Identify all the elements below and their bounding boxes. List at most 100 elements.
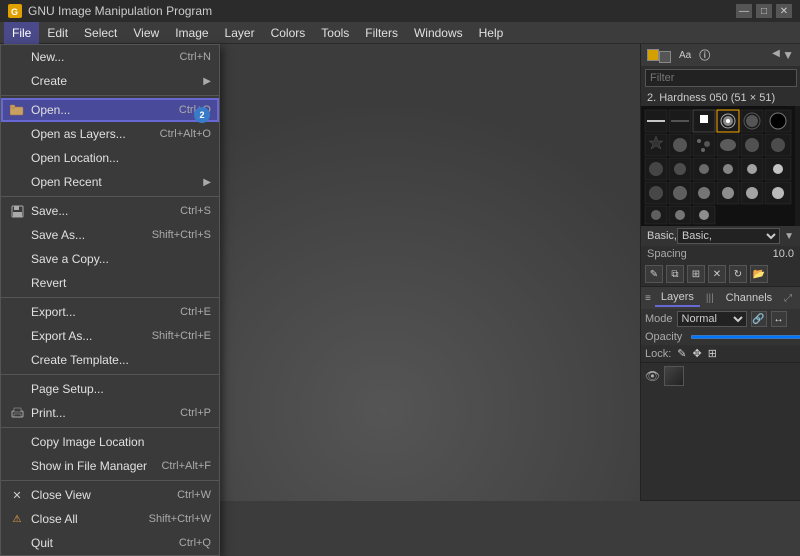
menu-item-create-template-label: Create Template...	[31, 353, 129, 367]
quit-icon	[9, 535, 25, 551]
brush-tool-icons: ✎ ⧉ ⊞ ✕ ↻ 📂	[641, 262, 800, 286]
brush-delete-icon[interactable]: ✕	[708, 265, 726, 283]
layer-visibility-icon[interactable]: 👁	[645, 369, 660, 383]
menu-item-export-as[interactable]: Export As... Shift+Ctrl+E	[1, 324, 219, 348]
close-button[interactable]: ✕	[776, 4, 792, 18]
layers-section: ≡ Layers ||| Channels ⤢ Paths ▼ Mode Nor…	[641, 287, 800, 501]
lock-pixel-icon[interactable]: ✎	[677, 347, 686, 360]
filter-row	[641, 66, 800, 90]
menu-item-page-setup[interactable]: Page Setup...	[1, 377, 219, 401]
menu-item-export[interactable]: Export... Ctrl+E	[1, 300, 219, 324]
spacing-label: Spacing	[647, 248, 687, 260]
menu-item-close-view-label: Close View	[31, 488, 91, 502]
menu-item-save-copy-label: Save a Copy...	[31, 252, 109, 266]
menu-select[interactable]: Select	[76, 22, 125, 44]
mode-row: Mode Normal 🔗 ↔	[641, 309, 800, 329]
panel-collapse-left[interactable]: ◀	[772, 48, 780, 62]
menu-item-close-all[interactable]: ⚠ Close All Shift+Ctrl+W	[1, 507, 219, 531]
separator-4	[1, 374, 219, 375]
brush-grid-icon[interactable]: ⊞	[687, 265, 705, 283]
menu-layer[interactable]: Layer	[217, 22, 263, 44]
separator-2	[1, 196, 219, 197]
menu-item-open-layers[interactable]: Open as Layers... Ctrl+Alt+O	[1, 122, 219, 146]
layer-item-0[interactable]: 👁	[641, 363, 800, 389]
menu-item-save-as-shortcut: Shift+Ctrl+S	[152, 229, 211, 241]
menu-edit[interactable]: Edit	[39, 22, 76, 44]
open-location-icon	[9, 150, 25, 166]
layer-thumbnail	[664, 366, 684, 386]
menu-item-print[interactable]: Print... Ctrl+P	[1, 401, 219, 425]
menu-item-quit-shortcut: Ctrl+Q	[179, 537, 211, 549]
menu-item-create-template[interactable]: Create Template...	[1, 348, 219, 372]
mode-extra-icon[interactable]: ↔	[771, 311, 787, 327]
menu-item-create[interactable]: Create ▶	[1, 69, 219, 93]
lock-all-icon[interactable]: ⊞	[708, 347, 717, 360]
open-icon	[9, 102, 25, 118]
tab-channels[interactable]: Channels	[720, 290, 778, 306]
menu-item-save-as[interactable]: Save As... Shift+Ctrl+S	[1, 223, 219, 247]
brush-name: 2. Hardness 050 (51 × 51)	[641, 90, 800, 106]
menu-item-show-file-manager[interactable]: Show in File Manager Ctrl+Alt+F	[1, 454, 219, 478]
menu-tools[interactable]: Tools	[313, 22, 357, 44]
tab-layers[interactable]: Layers	[655, 289, 700, 307]
basic-dropdown-arrow[interactable]: ▼	[784, 231, 794, 242]
menu-item-new-shortcut: Ctrl+N	[180, 51, 211, 63]
title-bar: G GNU Image Manipulation Program — □ ✕	[0, 0, 800, 22]
mode-chain-icon[interactable]: 🔗	[751, 311, 767, 327]
menu-item-new[interactable]: New... Ctrl+N	[1, 45, 219, 69]
basic-select[interactable]: Basic,	[677, 228, 780, 244]
brush-copy-icon[interactable]: ⧉	[666, 265, 684, 283]
file-dropdown-menu: New... Ctrl+N Create ▶ 2 Open... Ctrl+O	[0, 44, 220, 556]
menu-item-export-label: Export...	[31, 305, 76, 319]
panel-collapse-down[interactable]: ▼	[782, 48, 794, 62]
open-recent-icon	[9, 174, 25, 190]
menu-item-copy-location[interactable]: Copy Image Location	[1, 430, 219, 454]
foreground-color-swatch[interactable]	[647, 49, 659, 61]
export-icon	[9, 304, 25, 320]
menu-item-open-recent[interactable]: Open Recent ▶	[1, 170, 219, 194]
lock-move-icon[interactable]: ✥	[693, 347, 702, 360]
menu-item-new-label: New...	[31, 50, 64, 64]
menu-item-save[interactable]: Save... Ctrl+S	[1, 199, 219, 223]
window-controls[interactable]: — □ ✕	[736, 4, 792, 18]
menu-windows[interactable]: Windows	[406, 22, 471, 44]
brush-open-icon[interactable]: 📂	[750, 265, 768, 283]
opacity-label: Opacity	[645, 331, 682, 343]
menu-item-revert[interactable]: Revert	[1, 271, 219, 295]
menu-item-save-copy[interactable]: Save a Copy...	[1, 247, 219, 271]
menu-help[interactable]: Help	[471, 22, 512, 44]
opacity-slider[interactable]	[690, 335, 800, 339]
open-layers-icon	[9, 126, 25, 142]
layers-collapse-icon[interactable]: ≡	[645, 293, 651, 304]
menu-item-close-all-shortcut: Shift+Ctrl+W	[149, 513, 211, 525]
menu-filters[interactable]: Filters	[357, 22, 406, 44]
copy-location-icon	[9, 434, 25, 450]
show-file-manager-icon	[9, 458, 25, 474]
brush-edit-icon[interactable]: ✎	[645, 265, 663, 283]
menu-file[interactable]: File	[4, 22, 39, 44]
background-color-swatch[interactable]	[659, 51, 671, 63]
menu-item-show-file-manager-label: Show in File Manager	[31, 459, 147, 473]
menu-image[interactable]: Image	[167, 22, 216, 44]
menu-view[interactable]: View	[125, 22, 167, 44]
create-template-icon	[9, 352, 25, 368]
open-recent-arrow-icon: ▶	[203, 177, 211, 188]
menu-item-quit[interactable]: Quit Ctrl+Q	[1, 531, 219, 555]
menu-item-open-layers-shortcut: Ctrl+Alt+O	[160, 128, 211, 140]
menu-item-open[interactable]: Open... Ctrl+O	[1, 98, 219, 122]
maximize-button[interactable]: □	[756, 4, 772, 18]
menu-colors[interactable]: Colors	[263, 22, 314, 44]
menu-item-open-location[interactable]: Open Location...	[1, 146, 219, 170]
minimize-button[interactable]: —	[736, 4, 752, 18]
menu-item-close-view[interactable]: ✕ Close View Ctrl+W	[1, 483, 219, 507]
brush-filter-input[interactable]	[645, 69, 797, 87]
menu-item-print-shortcut: Ctrl+P	[180, 407, 211, 419]
menu-item-close-all-label: Close All	[31, 512, 78, 526]
page-setup-icon	[9, 381, 25, 397]
mode-select[interactable]: Normal	[677, 311, 747, 327]
menu-item-create-label: Create	[31, 74, 67, 88]
menu-item-show-file-manager-shortcut: Ctrl+Alt+F	[161, 460, 211, 472]
brushes-info-icon[interactable]: ⓘ	[699, 47, 710, 63]
brush-refresh-icon[interactable]: ↻	[729, 265, 747, 283]
menu-item-page-setup-label: Page Setup...	[31, 382, 104, 396]
